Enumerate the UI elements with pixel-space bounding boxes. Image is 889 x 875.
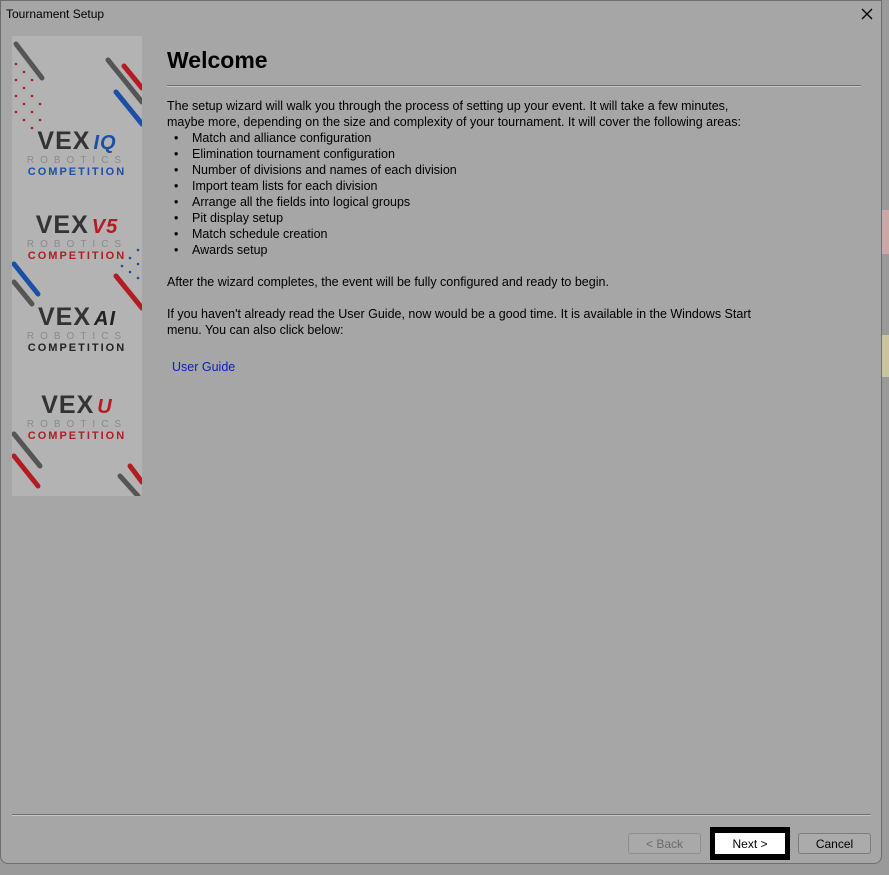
list-item: Pit display setup <box>167 210 767 226</box>
header-divider <box>167 85 861 87</box>
next-button-label: Next > <box>715 833 785 854</box>
logo-robotics-text: ROBOTICS <box>26 155 128 166</box>
setup-areas-list: Match and alliance configuration Elimina… <box>167 130 767 258</box>
logo-suffix: V5 <box>91 216 119 238</box>
back-button[interactable]: < Back <box>628 833 701 854</box>
vex-ai-logo: VEX AI ROBOTICS COMPETITION <box>12 304 142 355</box>
list-item: Match and alliance configuration <box>167 130 767 146</box>
next-button[interactable]: Next > <box>710 827 790 860</box>
vex-iq-logo: VEX IQ ROBOTICS COMPETITION <box>12 128 142 179</box>
logo-suffix: U <box>97 396 113 418</box>
logo-vex-text: VEX <box>35 211 89 239</box>
window-title: Tournament Setup <box>6 7 105 21</box>
footer-divider <box>12 814 871 816</box>
logo-suffix: AI <box>94 308 117 330</box>
logo-robotics-text: ROBOTICS <box>26 419 128 430</box>
background-app-fragment <box>882 210 889 254</box>
logo-vex-text: VEX <box>41 391 95 419</box>
close-button[interactable] <box>853 1 881 26</box>
list-item: Awards setup <box>167 242 767 258</box>
close-icon <box>861 8 873 19</box>
vex-v5-logo: VEX V5 ROBOTICS COMPETITION <box>12 212 142 263</box>
page-title: Welcome <box>167 47 268 73</box>
list-item: Arrange all the fields into logical grou… <box>167 194 767 210</box>
after-paragraph: After the wizard completes, the event wi… <box>167 275 609 289</box>
logo-competition-text: COMPETITION <box>27 166 127 178</box>
title-bar: Tournament Setup <box>1 1 881 26</box>
guide-paragraph: If you haven't already read the User Gui… <box>167 307 751 337</box>
vex-logo-banner: VEX IQ ROBOTICS COMPETITION VEX V5 ROBOTIC… <box>12 36 142 496</box>
user-guide-link[interactable]: User Guide <box>172 360 235 374</box>
cancel-button[interactable]: Cancel <box>798 833 871 854</box>
wizard-header: Welcome <box>167 45 861 75</box>
logo-vex-text: VEX <box>37 127 91 155</box>
logo-robotics-text: ROBOTICS <box>26 239 128 250</box>
logo-suffix: IQ <box>93 132 117 154</box>
background-app-fragment <box>882 335 889 377</box>
logo-competition-text: COMPETITION <box>27 430 127 442</box>
list-item: Elimination tournament configuration <box>167 146 767 162</box>
logo-vex-text: VEX <box>37 303 92 331</box>
list-item: Number of divisions and names of each di… <box>167 162 767 178</box>
setup-wizard-window: Tournament Setup VEX IQ ROBOTICS COMPETI… <box>0 0 882 864</box>
wizard-description: The setup wizard will walk you through t… <box>167 98 767 338</box>
vex-u-logo: VEX U ROBOTICS COMPETITION <box>12 392 142 443</box>
list-item: Match schedule creation <box>167 226 767 242</box>
logo-competition-text: COMPETITION <box>27 342 127 354</box>
list-item: Import team lists for each division <box>167 178 767 194</box>
logo-competition-text: COMPETITION <box>27 250 127 262</box>
intro-paragraph: The setup wizard will walk you through t… <box>167 99 741 129</box>
logo-robotics-text: ROBOTICS <box>26 331 128 342</box>
